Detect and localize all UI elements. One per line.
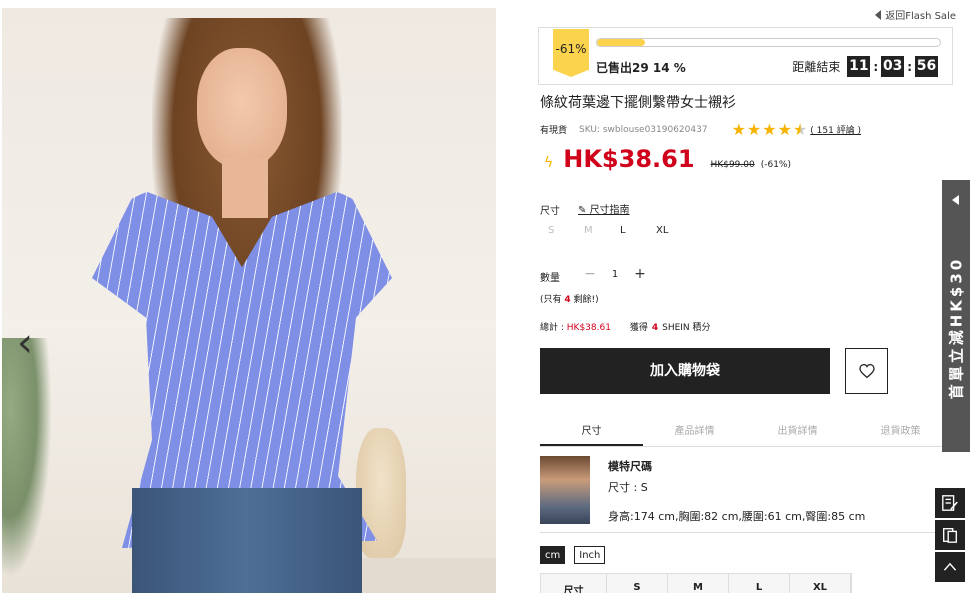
countdown-hours: 11 — [847, 56, 871, 77]
unit-inch-button[interactable]: Inch — [574, 546, 606, 564]
unit-toggle: cm Inch — [540, 546, 606, 564]
size-label: 尺寸 — [540, 206, 560, 217]
total-value: HK$38.61 — [566, 323, 611, 333]
model-size-info: 模特尺碼 尺寸 : S 身高:174 cm,胸圍:82 cm,腰圍:61 cm,… — [540, 456, 952, 533]
sold-progress-bar — [596, 38, 941, 47]
points-suffix: SHEIN 積分 — [662, 323, 711, 333]
prev-image-arrow-icon[interactable]: ‹ — [10, 318, 40, 368]
chevron-up-icon — [943, 562, 957, 571]
sold-text: 已售出29 14 % — [596, 61, 686, 75]
rating-stars-icon: ★★★★★ — [731, 120, 809, 139]
countdown-seconds: 56 — [915, 56, 938, 77]
sale-price: HK$38.61 — [563, 145, 695, 173]
heart-icon — [858, 364, 875, 378]
flash-bolt-icon: ϟ — [544, 155, 554, 171]
discount-percent: (-61%) — [760, 160, 791, 170]
back-to-top-button[interactable] — [935, 552, 965, 582]
price-row: ϟ HK$38.61 HK$99.00 (-61%) — [544, 145, 791, 173]
back-link-label: 返回Flash Sale — [885, 11, 956, 22]
points-prefix: 獲得 — [629, 323, 648, 333]
points-earned: 獲得 4 SHEIN 積分 — [630, 323, 711, 333]
reviews-link[interactable]: ( 151 評論 ) — [810, 123, 861, 136]
stock-prefix: (只有 — [540, 295, 562, 305]
product-title: 條紋荷葉邊下擺側繫帶女士襯衫 — [540, 95, 736, 111]
countdown-separator: : — [873, 59, 879, 74]
size-table-header-cell: 尺寸 — [541, 574, 607, 593]
first-order-promo-tab[interactable]: 首單立減HK$30 — [942, 180, 970, 452]
order-total: 總計 : HK$38.61 獲得 4 SHEIN 積分 — [540, 320, 711, 333]
tab-size[interactable]: 尺寸 — [540, 413, 643, 446]
size-option-xl[interactable]: XL — [656, 225, 692, 236]
stock-remaining: (只有 4 剩餘!) — [540, 292, 599, 305]
product-page: ‹ › 返回Flash Sale -61% 已售出29 14 % 距離結束 11… — [0, 0, 970, 593]
size-guide-label: 尺寸指南 — [589, 205, 630, 216]
points-value: 4 — [651, 323, 659, 333]
quantity-stepper: − 1 + — [582, 266, 648, 282]
size-option-l[interactable]: L — [620, 225, 656, 236]
jeans — [132, 488, 362, 593]
size-option-m[interactable]: M — [584, 225, 620, 236]
countdown-minutes: 03 — [881, 56, 905, 77]
countdown-label: 距離結束 — [792, 60, 841, 74]
wishlist-button[interactable] — [845, 348, 888, 394]
back-arrow-icon — [875, 10, 882, 20]
product-meta: 有現貨 SKU: swblouse03190620437 ★★★★★ ( 151… — [540, 120, 861, 139]
add-to-bag-button[interactable]: 加入購物袋 — [540, 348, 830, 394]
model-thumbnail — [540, 456, 590, 524]
original-price: HK$99.00 — [710, 160, 755, 170]
back-to-flash-sale-link[interactable]: 返回Flash Sale — [875, 7, 956, 22]
total-label: 總計 : — [540, 323, 564, 333]
sku: SKU: swblouse03190620437 — [579, 124, 708, 135]
quantity-label: 數量 — [540, 273, 560, 284]
stock-status: 有現貨 — [540, 126, 568, 136]
quantity-value[interactable]: 1 — [598, 269, 632, 280]
countdown: 距離結束 11 : 03 : 56 — [792, 56, 938, 77]
pencil-icon: ✎ — [578, 205, 590, 216]
stock-suffix: 剩餘!) — [573, 295, 599, 305]
tab-product-details[interactable]: 產品詳情 — [643, 413, 746, 446]
tab-returns[interactable]: 退貨政策 — [849, 413, 952, 446]
model-neck — [222, 158, 268, 218]
mobile-icon — [943, 528, 957, 543]
app-download-button[interactable] — [935, 520, 965, 550]
size-table-header-cell: M — [668, 574, 729, 593]
size-table-header-cell: XL — [790, 574, 851, 593]
tab-shipping[interactable]: 出貨詳情 — [746, 413, 849, 446]
discount-badge: -61% — [553, 29, 589, 77]
model-size-title: 模特尺碼 — [608, 460, 652, 473]
unit-cm-button[interactable]: cm — [540, 546, 566, 564]
half-star-icon: ★ — [792, 120, 809, 139]
flash-sale-box: -61% 已售出29 14 % 距離結束 11 : 03 : 56 — [538, 27, 953, 85]
sold-progress-fill — [597, 39, 646, 46]
size-table-header-cell: S — [607, 574, 668, 593]
product-details: 返回Flash Sale -61% 已售出29 14 % 距離結束 11 : 0… — [538, 0, 958, 593]
size-table-header: 尺寸 S M L XL — [540, 573, 852, 593]
detail-tabs: 尺寸 產品詳情 出貨詳情 退貨政策 — [540, 413, 952, 447]
feedback-button[interactable] — [935, 488, 965, 518]
model-size: 尺寸 : S — [608, 481, 648, 494]
size-guide-link[interactable]: ✎ 尺寸指南 — [578, 201, 630, 216]
product-image: ‹ › — [2, 8, 496, 593]
stock-count: 4 — [564, 295, 571, 305]
edit-note-icon — [942, 495, 958, 511]
countdown-separator: : — [907, 59, 912, 74]
quantity-increase-button[interactable]: + — [632, 266, 648, 282]
model-face — [197, 48, 287, 168]
size-table-header-cell: L — [729, 574, 790, 593]
quantity-decrease-button[interactable]: − — [582, 266, 598, 282]
collapse-arrow-icon — [952, 195, 959, 205]
promo-text: 首單立減HK$30 — [947, 256, 966, 400]
size-options: S M L XL — [548, 225, 692, 236]
background-plant — [2, 338, 52, 578]
size-option-s[interactable]: S — [548, 225, 584, 236]
model-measurements: 身高:174 cm,胸圍:82 cm,腰圍:61 cm,臀圍:85 cm — [608, 510, 866, 523]
